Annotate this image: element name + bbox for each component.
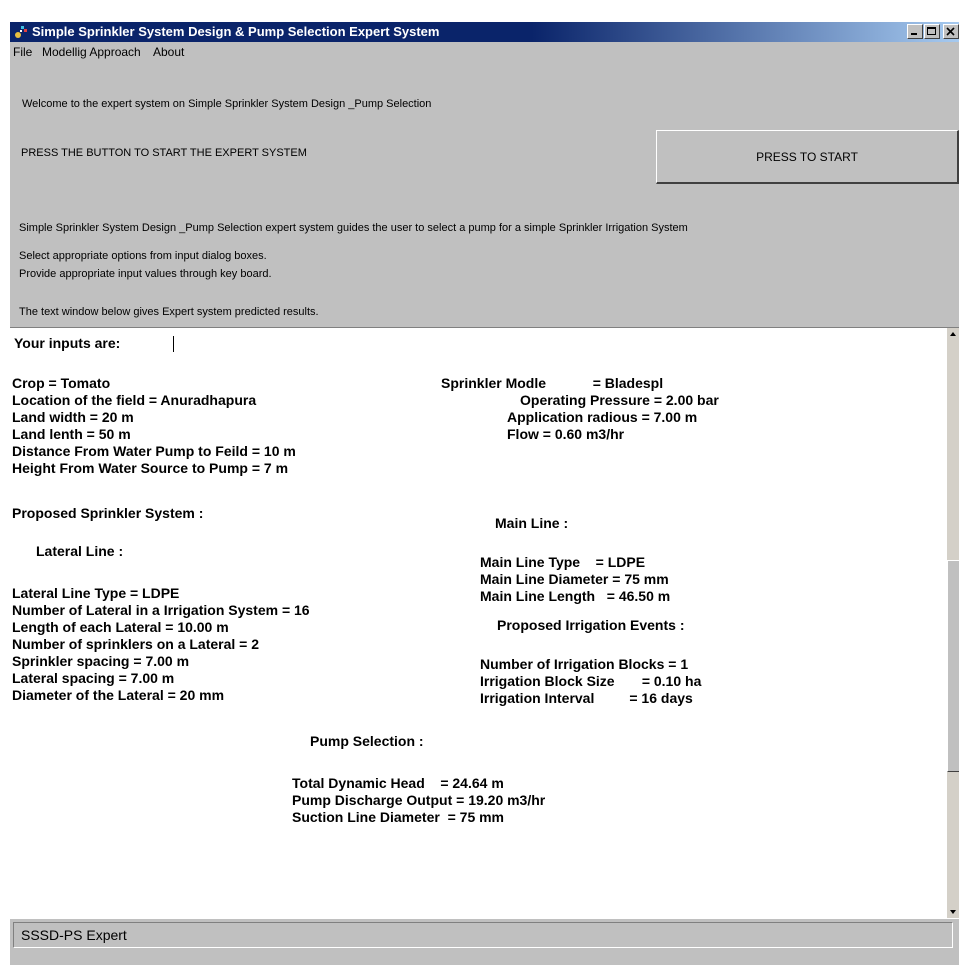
lateral-diameter: Diameter of the Lateral = 20 mm — [12, 687, 225, 703]
irrigation-events-heading: Proposed Irrigation Events : — [497, 617, 685, 633]
app-icon — [15, 26, 27, 38]
app-window: Simple Sprinkler System Design & Pump Se… — [10, 22, 959, 965]
lateral-spacing: Lateral spacing = 7.00 m — [12, 670, 175, 686]
main-line-length: Main Line Length = 46.50 m — [480, 588, 671, 604]
sprinklers-per-lateral: Number of sprinklers on a Lateral = 2 — [12, 636, 260, 652]
close-icon — [946, 27, 955, 36]
status-text: SSSD-PS Expert — [13, 922, 953, 948]
press-to-start-button[interactable]: PRESS TO START — [656, 130, 959, 184]
instruction-results-label: The text window below gives Expert syste… — [19, 306, 319, 318]
scroll-up-icon[interactable] — [947, 328, 959, 340]
suction-line-diameter: Suction Line Diameter = 75 mm — [292, 809, 505, 825]
main-line-type: Main Line Type = LDPE — [480, 554, 646, 570]
menu-bar: File Modellig Approach About — [10, 42, 959, 62]
irrigation-blocks: Number of Irrigation Blocks = 1 — [480, 656, 689, 672]
welcome-label: Welcome to the expert system on Simple S… — [22, 98, 432, 110]
scrollbar-thumb[interactable] — [947, 560, 959, 772]
input-land-width: Land width = 20 m — [12, 409, 134, 425]
maximize-icon — [927, 27, 936, 35]
lateral-count: Number of Lateral in a Irrigation System… — [12, 602, 310, 618]
operating-pressure: Operating Pressure = 2.00 bar — [520, 392, 719, 408]
sprinkler-spacing: Sprinkler spacing = 7.00 m — [12, 653, 190, 669]
instruction-options-label: Select appropriate options from input di… — [19, 250, 267, 262]
window-title: Simple Sprinkler System Design & Pump Se… — [32, 24, 440, 39]
flow: Flow = 0.60 m3/hr — [507, 426, 625, 442]
input-distance: Distance From Water Pump to Feild = 10 m — [12, 443, 296, 459]
input-height: Height From Water Source to Pump = 7 m — [12, 460, 289, 476]
sprinkler-model: Sprinkler Modle = Bladespl — [441, 375, 664, 391]
input-land-length: Land lenth = 50 m — [12, 426, 131, 442]
application-radius: Application radious = 7.00 m — [507, 409, 698, 425]
lateral-line-type: Lateral Line Type = LDPE — [12, 585, 180, 601]
input-crop: Crop = Tomato — [12, 375, 111, 391]
text-caret — [173, 336, 174, 352]
inputs-heading: Your inputs are: — [14, 335, 121, 351]
main-line-diameter: Main Line Diameter = 75 mm — [480, 571, 669, 587]
lateral-length: Length of each Lateral = 10.00 m — [12, 619, 229, 635]
menu-modelling-approach[interactable]: Modellig Approach — [42, 45, 141, 59]
results-text-window[interactable]: Your inputs are: Crop = Tomato Location … — [10, 327, 959, 919]
vertical-scrollbar[interactable] — [947, 328, 959, 918]
description-label: Simple Sprinkler System Design _Pump Sel… — [19, 222, 688, 234]
menu-about[interactable]: About — [153, 45, 184, 59]
irrigation-interval: Irrigation Interval = 16 days — [480, 690, 693, 706]
minimize-button[interactable] — [907, 24, 923, 39]
minimize-icon — [911, 33, 917, 35]
main-line-heading: Main Line : — [495, 515, 569, 531]
status-bar: SSSD-PS Expert — [10, 919, 959, 965]
pump-discharge-output: Pump Discharge Output = 19.20 m3/hr — [292, 792, 546, 808]
irrigation-block-size: Irrigation Block Size = 0.10 ha — [480, 673, 702, 689]
press-instruction-label: PRESS THE BUTTON TO START THE EXPERT SYS… — [21, 147, 307, 159]
total-dynamic-head: Total Dynamic Head = 24.64 m — [292, 775, 504, 791]
input-location: Location of the field = Anuradhapura — [12, 392, 257, 408]
close-button[interactable] — [943, 24, 959, 39]
instruction-keyboard-label: Provide appropriate input values through… — [19, 268, 272, 280]
maximize-button[interactable] — [924, 24, 940, 39]
proposed-system-heading: Proposed Sprinkler System : — [12, 505, 204, 521]
lateral-line-heading: Lateral Line : — [36, 543, 124, 559]
menu-file[interactable]: File — [13, 45, 32, 59]
scroll-down-icon[interactable] — [947, 906, 959, 918]
pump-selection-heading: Pump Selection : — [310, 733, 424, 749]
title-bar[interactable]: Simple Sprinkler System Design & Pump Se… — [10, 22, 959, 42]
